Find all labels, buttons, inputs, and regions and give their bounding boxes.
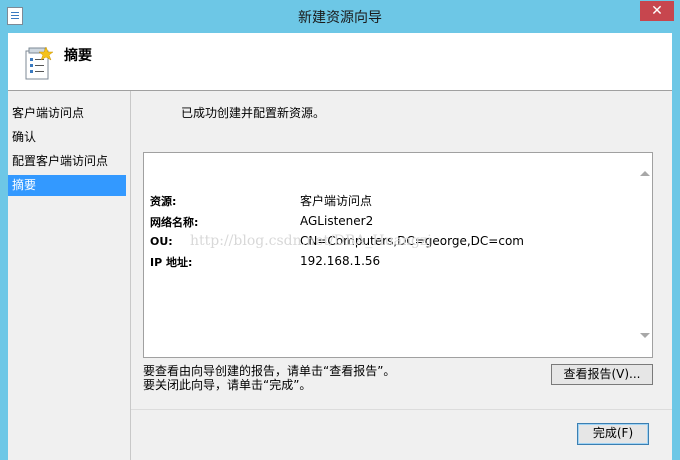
window-title: 新建资源向导 [298,10,382,26]
page-title: 摘要 [64,48,92,64]
resource-value: 客户端访问点 [300,194,373,208]
nav-step-configure-client-access-point[interactable]: 配置客户端访问点 [8,151,126,172]
nav-step-confirm[interactable]: 确认 [8,127,126,148]
summary-checklist-icon [25,46,54,80]
report-scrollbar[interactable] [636,153,652,357]
wizard-client-area: 摘要 客户端访问点 确认 配置客户端访问点 摘要 已成功创建并配置新资源。 资源… [8,33,672,460]
scroll-down-arrow-icon[interactable] [640,333,650,338]
ip-address-value: 192.168.1.56 [300,254,381,268]
view-report-button[interactable]: 查看报告(V)... [551,364,653,385]
network-name-label: 网络名称: [150,216,199,229]
scroll-up-arrow-icon[interactable] [640,171,650,176]
finish-button[interactable]: 完成(F) [577,423,649,445]
wizard-step-nav: 客户端访问点 确认 配置客户端访问点 摘要 [8,91,131,460]
nav-step-client-access-point[interactable]: 客户端访问点 [8,103,126,124]
close-wizard-hint: 要关闭此向导，请单击“完成”。 [143,378,312,392]
wizard-window: 新建资源向导 ✕ 摘要 客户端访问点 确认 配置客户端访问点 摘要 已成功创建并… [0,0,680,460]
ou-value: CN=Computers,DC=george,DC=com [300,234,524,248]
success-message: 已成功创建并配置新资源。 [181,106,326,120]
summary-report-box[interactable]: 资源: 客户端访问点 网络名称: AGListener2 OU: CN=Comp… [143,152,653,358]
wizard-header: 摘要 [8,33,672,91]
footer-divider [131,409,672,410]
resource-label: 资源: [150,195,177,208]
ou-label: OU: [150,235,173,248]
network-name-value: AGListener2 [300,214,374,228]
title-bar[interactable]: 新建资源向导 ✕ [0,0,680,32]
ip-address-label: IP 地址: [150,256,193,269]
wizard-main-panel: 已成功创建并配置新资源。 资源: 客户端访问点 网络名称: AGListener… [131,91,672,460]
close-button[interactable]: ✕ [640,1,674,21]
nav-step-summary[interactable]: 摘要 [8,175,126,196]
